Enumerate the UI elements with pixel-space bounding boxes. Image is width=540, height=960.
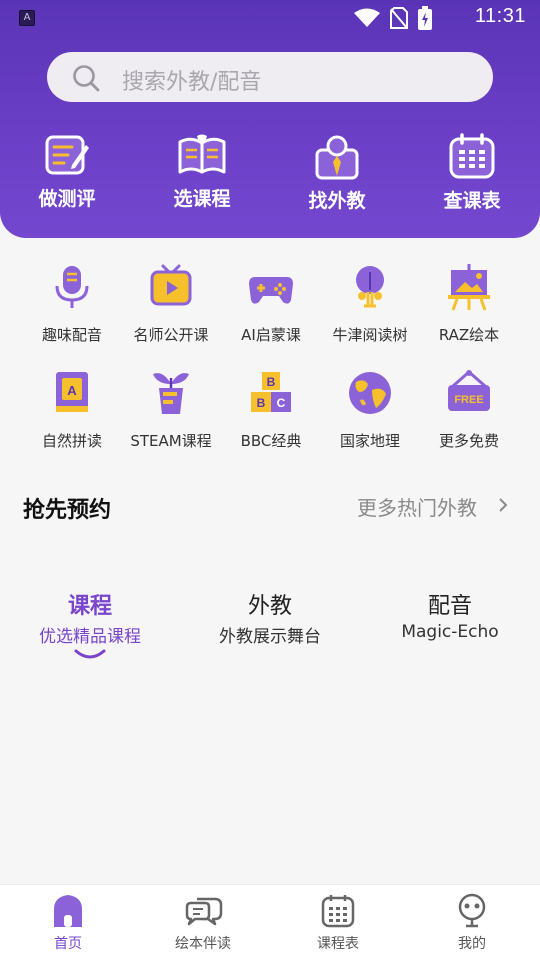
nav-profile[interactable]: 我的 (422, 893, 522, 953)
feature-oxford-tree[interactable]: 牛津阅读树 (320, 262, 420, 345)
search-placeholder: 搜索外教/配音 (122, 70, 262, 95)
feature-open-class[interactable]: 名师公开课 (121, 262, 221, 345)
teacher-icon (315, 135, 359, 180)
feature-label: AI启蒙课 (241, 326, 301, 344)
active-tab-indicator (74, 649, 106, 659)
tab-subtitle: 优选精品课程 (39, 627, 141, 647)
feature-label: 名师公开课 (133, 326, 209, 344)
feature-steam[interactable]: STEAM课程 (121, 368, 221, 451)
tab-title: 配音 (427, 594, 472, 619)
nav-home[interactable]: 首页 (18, 893, 118, 953)
feature-more-free[interactable]: FREE 更多免费 (419, 368, 519, 451)
clock: 11:31 (474, 5, 526, 27)
calendar-icon (321, 895, 355, 928)
tv-icon (150, 264, 192, 306)
feature-natgeo[interactable]: 国家地理 (320, 368, 420, 451)
nav-schedule[interactable]: 课程表 (288, 893, 388, 953)
test-icon (45, 135, 89, 175)
svg-text:FREE: FREE (454, 394, 483, 406)
gamepad-icon (249, 277, 293, 304)
feature-bbc[interactable]: B B C BBC经典 (221, 368, 321, 451)
feature-label: 自然拼读 (41, 432, 102, 450)
search-bar[interactable]: 搜索外教/配音 (47, 52, 493, 102)
quick-action-label: 找外教 (308, 190, 366, 212)
tab-dubbing[interactable]: 配音 Magic-Echo (360, 588, 540, 642)
quick-action-courses[interactable]: 选课程 (152, 132, 252, 211)
quick-action-teacher[interactable]: 找外教 (287, 132, 387, 213)
quick-action-test[interactable]: 做测评 (17, 132, 117, 211)
battery-charging-icon (418, 6, 432, 30)
system-icons (354, 6, 432, 30)
feature-ai-class[interactable]: AI启蒙课 (221, 262, 321, 345)
svg-text:C: C (277, 396, 286, 410)
tab-subtitle: Magic-Echo (401, 622, 499, 642)
quick-actions: 做测评 选课程 找外教 查课表 (0, 132, 540, 222)
app-notification-icon: A (19, 10, 35, 26)
plant-pot-icon (153, 373, 189, 414)
tab-courses[interactable]: 课程 优选精品课程 (0, 588, 180, 659)
feature-label: 牛津阅读树 (332, 326, 408, 344)
chevron-right-icon[interactable] (497, 496, 509, 514)
tab-title: 外教 (247, 594, 292, 619)
open-book-icon (178, 134, 226, 174)
microphone-icon (55, 266, 89, 308)
no-sim-icon (390, 7, 408, 29)
nav-picture-books[interactable]: 绘本伴读 (153, 893, 253, 953)
quick-action-label: 查课表 (443, 190, 501, 212)
feature-label: 更多免费 (438, 432, 499, 450)
nav-label: 我的 (458, 936, 486, 952)
svg-text:A: A (67, 383, 77, 398)
feature-phonics[interactable]: A 自然拼读 (22, 368, 122, 451)
tab-teachers[interactable]: 外教 外教展示舞台 (180, 588, 360, 647)
quick-action-label: 做测评 (38, 188, 96, 210)
tree-icon (356, 266, 384, 308)
bottom-navigation: 首页 绘本伴读 课程表 我的 (0, 884, 540, 960)
nav-label: 课程表 (317, 936, 359, 952)
section-title: 抢先预约 (23, 498, 112, 523)
search-icon (73, 65, 100, 92)
free-sign-icon: FREE (448, 370, 490, 411)
chat-bubbles-icon (185, 897, 223, 926)
feature-label: RAZ绘本 (438, 326, 500, 344)
robot-face-icon (458, 893, 486, 928)
tab-subtitle: 外教展示舞台 (219, 627, 321, 647)
feature-label: BBC经典 (240, 432, 302, 450)
home-icon (54, 895, 82, 927)
globe-icon (349, 372, 391, 414)
feature-dubbing[interactable]: 趣味配音 (22, 262, 122, 345)
feature-label: 国家地理 (339, 432, 400, 450)
tab-title: 课程 (67, 594, 112, 619)
status-bar: A 11:31 (0, 0, 540, 36)
feature-label: 趣味配音 (41, 326, 102, 344)
calendar-icon (449, 133, 495, 179)
nav-label: 绘本伴读 (175, 936, 231, 952)
more-teachers-link[interactable]: 更多热门外教 (357, 492, 477, 521)
header-banner: A 11:31 搜索外教/配音 做测评 选课程 找外教 查课表 (0, 0, 540, 238)
abc-blocks-icon: B B C (251, 372, 291, 412)
feature-label: STEAM课程 (130, 432, 212, 450)
easel-icon (448, 264, 490, 311)
quick-action-label: 选课程 (173, 188, 231, 210)
svg-text:B: B (267, 375, 276, 389)
quick-action-schedule[interactable]: 查课表 (422, 132, 522, 213)
svg-text:B: B (257, 396, 266, 410)
feature-raz[interactable]: RAZ绘本 (419, 262, 519, 345)
wifi-icon (354, 8, 380, 27)
nav-label: 首页 (54, 936, 82, 952)
book-a-icon: A (56, 372, 88, 412)
